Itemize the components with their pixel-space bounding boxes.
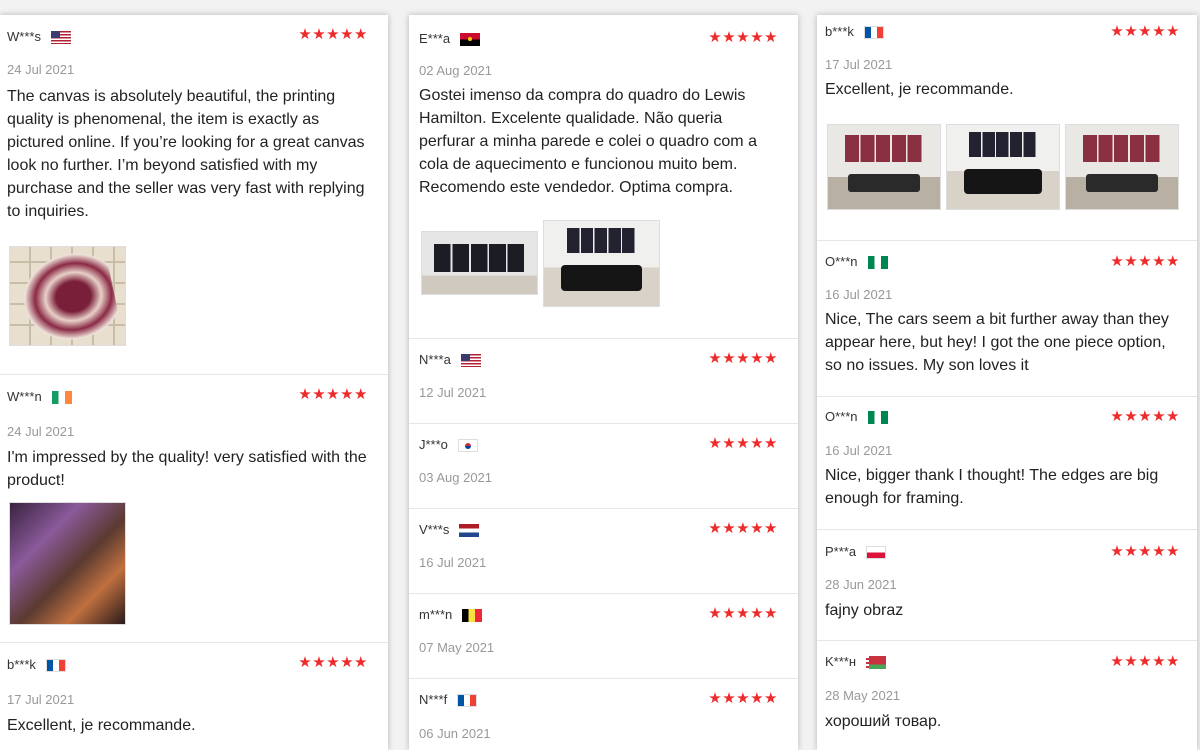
review-date: 17 Jul 2021 [825, 57, 893, 72]
review-text: Excellent, je recommande. [7, 717, 196, 734]
rating-stars: ★★★★★ [298, 26, 368, 43]
review-card: N***a ★★★★★ 12 Jul 2021 [409, 339, 798, 424]
us-flag-icon [460, 353, 481, 367]
reviewer-name: b***k [7, 657, 36, 672]
review-card: O***n ★★★★★ 16 Jul 2021 Nice, bigger tha… [817, 397, 1197, 530]
review-photo[interactable] [9, 246, 126, 346]
review-date: 12 Jul 2021 [419, 385, 487, 400]
reviewer-name: W***s [7, 29, 41, 44]
review-photo[interactable] [946, 124, 1060, 210]
ireland-flag-icon [51, 390, 72, 404]
angola-flag-icon [460, 32, 481, 46]
review-photo[interactable] [827, 124, 941, 210]
review-text: Excellent, je recommande. [825, 81, 1014, 98]
reviewer-name: W***n [7, 389, 42, 404]
review-card: P***a ★★★★★ 28 Jun 2021 fajny obraz [817, 530, 1197, 641]
review-card: b***k ★★★★★ 17 Jul 2021 Excellent, je re… [817, 15, 1197, 241]
review-text: Nice, bigger thank I thought! The edges … [825, 467, 1159, 507]
review-photo[interactable] [421, 231, 538, 295]
rating-stars: ★★★★★ [1110, 653, 1180, 670]
review-date: 07 May 2021 [419, 640, 495, 655]
rating-stars: ★★★★★ [708, 29, 778, 46]
review-date: 16 Jul 2021 [419, 555, 487, 570]
us-flag-icon [50, 30, 71, 44]
rating-stars: ★★★★★ [1110, 23, 1180, 40]
france-flag-icon [45, 658, 66, 672]
belarus-flag-icon [866, 655, 887, 669]
rating-stars: ★★★★★ [708, 605, 778, 622]
review-date: 28 May 2021 [825, 688, 901, 703]
review-text: Nice, The cars seem a bit further away t… [825, 311, 1169, 374]
france-flag-icon [457, 693, 478, 707]
review-photo[interactable] [543, 220, 660, 307]
review-text: Gostei imenso da compra do quadro do Lew… [419, 87, 757, 196]
reviewer-name: O***n [825, 254, 858, 269]
nigeria-flag-icon [867, 255, 888, 269]
poland-flag-icon [866, 545, 887, 559]
reviewer-name: V***s [419, 522, 450, 537]
review-date: 16 Jul 2021 [825, 443, 893, 458]
reviewer-name: b***k [825, 24, 854, 39]
review-date: 03 Aug 2021 [419, 470, 493, 485]
review-date: 28 Jun 2021 [825, 577, 897, 592]
south-korea-flag-icon [457, 438, 478, 452]
rating-stars: ★★★★★ [1110, 543, 1180, 560]
rating-stars: ★★★★★ [708, 350, 778, 367]
review-column-3: b***k ★★★★★ 17 Jul 2021 Excellent, je re… [817, 15, 1197, 750]
review-date: 02 Aug 2021 [419, 63, 493, 78]
france-flag-icon [863, 25, 884, 39]
rating-stars: ★★★★★ [708, 520, 778, 537]
review-date: 17 Jul 2021 [7, 692, 75, 707]
review-card: J***o ★★★★★ 03 Aug 2021 [409, 424, 798, 509]
rating-stars: ★★★★★ [708, 690, 778, 707]
reviewer-name: K***н [825, 654, 857, 669]
review-card: V***s ★★★★★ 16 Jul 2021 [409, 509, 798, 594]
review-card: K***н ★★★★★ 28 May 2021 хороший товар. [817, 641, 1197, 750]
belgium-flag-icon [462, 608, 483, 622]
review-date: 16 Jul 2021 [825, 287, 893, 302]
review-card: W***s ★★★★★ 24 Jul 2021 The canvas is ab… [0, 15, 388, 375]
review-column-2: E***a ★★★★★ 02 Aug 2021 Gostei imenso da… [409, 15, 798, 750]
reviewer-name: m***n [419, 607, 453, 622]
review-card: E***a ★★★★★ 02 Aug 2021 Gostei imenso da… [409, 15, 798, 339]
review-photo[interactable] [9, 502, 126, 625]
reviewer-name: P***a [825, 544, 857, 559]
nigeria-flag-icon [867, 410, 888, 424]
rating-stars: ★★★★★ [1110, 408, 1180, 425]
reviewer-name: E***a [419, 31, 451, 46]
review-column-1: W***s ★★★★★ 24 Jul 2021 The canvas is ab… [0, 15, 388, 750]
reviewer-name: N***f [419, 692, 448, 707]
review-card: W***n ★★★★★ 24 Jul 2021 I'm impressed by… [0, 375, 388, 643]
review-card: O***n ★★★★★ 16 Jul 2021 Nice, The cars s… [817, 241, 1197, 397]
reviewer-name: J***o [419, 437, 448, 452]
rating-stars: ★★★★★ [298, 386, 368, 403]
review-card: m***n ★★★★★ 07 May 2021 [409, 594, 798, 679]
rating-stars: ★★★★★ [1110, 253, 1180, 270]
review-text: fajny obraz [825, 602, 904, 619]
review-text: The canvas is absolutely beautiful, the … [7, 88, 365, 220]
reviewer-name: N***a [419, 352, 451, 367]
review-text: I'm impressed by the quality! very satis… [7, 449, 367, 489]
rating-stars: ★★★★★ [708, 435, 778, 452]
review-text: хороший товар. [825, 713, 942, 730]
review-date: 24 Jul 2021 [7, 62, 75, 77]
netherlands-flag-icon [459, 523, 480, 537]
review-photo[interactable] [1065, 124, 1179, 210]
review-date: 24 Jul 2021 [7, 424, 75, 439]
review-card: b***k ★★★★★ 17 Jul 2021 Excellent, je re… [0, 643, 388, 750]
review-card: N***f ★★★★★ 06 Jun 2021 [409, 679, 798, 750]
rating-stars: ★★★★★ [298, 654, 368, 671]
reviewer-name: O***n [825, 409, 858, 424]
review-date: 06 Jun 2021 [419, 726, 491, 741]
